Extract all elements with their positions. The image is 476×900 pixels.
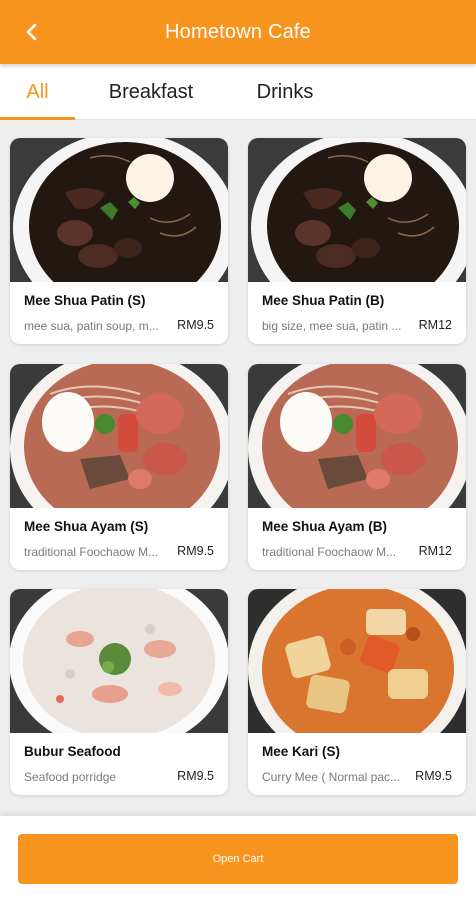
menu-item-card[interactable]: Bubur Seafood Seafood porridge RM9.5 [10,589,228,795]
curry-mee-photo [248,589,466,733]
menu-grid: Mee Shua Patin (S) mee sua, patin soup, … [0,120,476,816]
menu-item-card[interactable]: Mee Kari (S) Curry Mee ( Normal pac... R… [248,589,466,795]
chicken-soup-photo [10,364,228,508]
item-price: RM9.5 [177,769,214,783]
seafood-porridge-photo [10,589,228,733]
item-description: traditional Foochaow M... [24,545,159,559]
chevron-left-icon [26,23,37,41]
item-description: big size, mee sua, patin ... [262,319,402,333]
item-name: Mee Kari (S) [262,744,341,759]
patin-soup-photo [10,138,228,282]
item-price: RM9.5 [177,318,214,332]
item-price: RM9.5 [177,544,214,558]
category-tabs: All Breakfast Drinks [0,64,476,120]
patin-soup-photo [248,138,466,282]
menu-item-card[interactable]: Mee Shua Patin (B) big size, mee sua, pa… [248,138,466,344]
item-description: Seafood porridge [24,770,117,784]
item-description: Curry Mee ( Normal pac... [262,770,401,784]
bottom-bar: Open Cart [0,816,476,900]
tab-drinks[interactable]: Drinks [240,64,330,120]
menu-item-card[interactable]: Mee Shua Patin (S) mee sua, patin soup, … [10,138,228,344]
open-cart-button[interactable]: Open Cart [18,834,458,884]
item-price: RM12 [418,318,452,332]
chicken-soup-photo [248,364,466,508]
page-title: Hometown Cafe [165,20,311,43]
app-bar: Hometown Cafe [0,0,476,64]
menu-item-card[interactable]: Mee Shua Ayam (S) traditional Foochaow M… [10,364,228,570]
item-price: RM9.5 [415,769,452,783]
tab-breakfast[interactable]: Breakfast [90,64,212,120]
item-price: RM12 [418,544,452,558]
item-name: Mee Shua Patin (S) [24,293,146,308]
item-name: Mee Shua Ayam (B) [262,519,388,534]
item-description: traditional Foochaow M... [262,545,397,559]
tab-all[interactable]: All [0,64,75,120]
item-description: mee sua, patin soup, m... [24,319,159,333]
item-name: Mee Shua Ayam (S) [24,519,149,534]
back-button[interactable] [14,14,50,50]
item-name: Mee Shua Patin (B) [262,293,385,308]
menu-item-card[interactable]: Mee Shua Ayam (B) traditional Foochaow M… [248,364,466,570]
item-name: Bubur Seafood [24,744,121,759]
